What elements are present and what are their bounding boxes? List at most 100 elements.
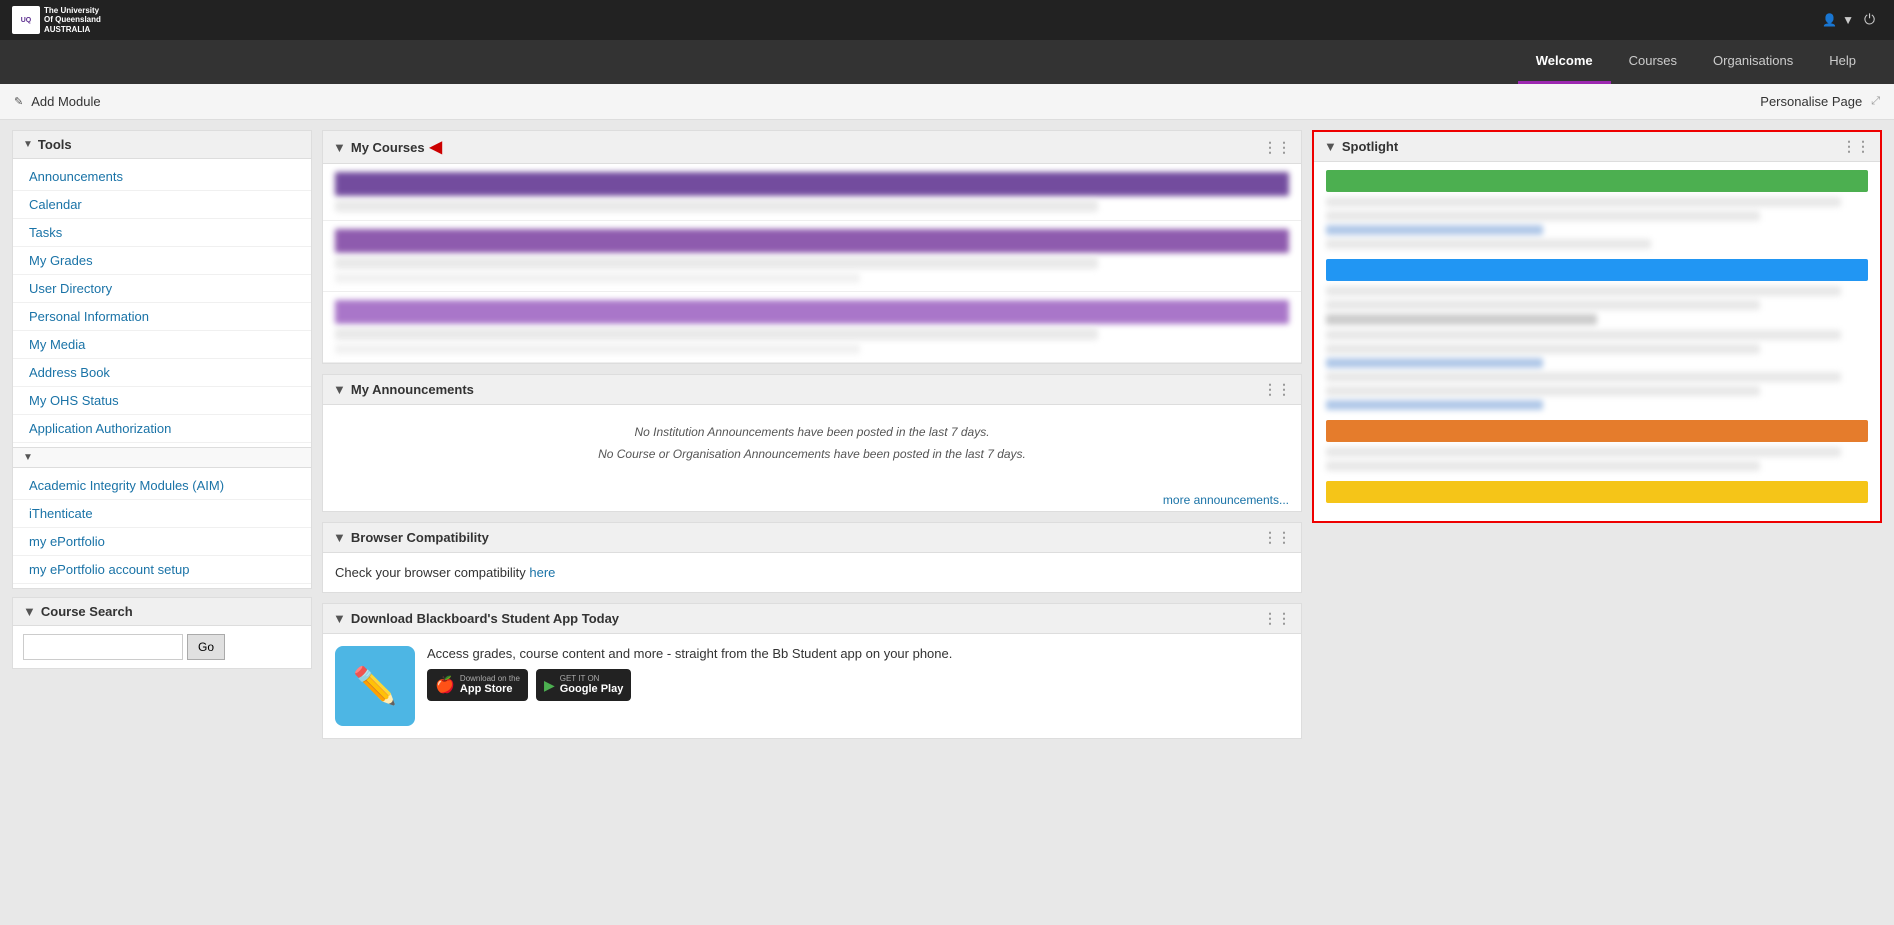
no-course-text: No Course or Organisation Announcements … — [335, 447, 1289, 461]
browser-drag-handle[interactable]: ⋮⋮ — [1263, 529, 1291, 546]
spotlight-text-1 — [1326, 197, 1868, 249]
course-row[interactable] — [323, 164, 1301, 221]
app-store-large-text: App Store — [460, 683, 520, 696]
course-search-go-button[interactable]: Go — [187, 634, 225, 660]
apple-icon: 🍎 — [435, 675, 455, 695]
tools-nav: Announcements Calendar Tasks My Grades U… — [13, 159, 311, 447]
sidebar-item-eportfolio[interactable]: my ePortfolio — [13, 528, 311, 556]
browser-text: Check your browser compatibility — [335, 565, 529, 580]
my-courses-arrow-icon: ◀ — [430, 137, 442, 157]
sidebar-item-my-media[interactable]: My Media — [13, 331, 311, 359]
power-button[interactable]: ⏻ — [1864, 11, 1882, 29]
nav-organisations[interactable]: Organisations — [1695, 40, 1811, 84]
username-text: ▼ — [1842, 13, 1854, 27]
spotlight-bar-blue — [1326, 259, 1868, 281]
spotlight-body — [1314, 162, 1880, 521]
spotlight-line — [1326, 386, 1760, 396]
personalise-page-link[interactable]: Personalise Page — [1760, 94, 1862, 109]
browser-title: Browser Compatibility — [351, 530, 489, 545]
sidebar-item-address-book[interactable]: Address Book — [13, 359, 311, 387]
course-search-chevron-icon: ▼ — [23, 604, 36, 619]
spotlight-link[interactable] — [1326, 225, 1543, 235]
spotlight-line — [1326, 197, 1841, 207]
spotlight-entry-1 — [1326, 170, 1868, 249]
app-text-area: Access grades, course content and more -… — [427, 646, 1289, 701]
my-courses-title: My Courses — [351, 140, 425, 155]
course-search-panel: ▼ Course Search Go — [12, 597, 312, 669]
announcements-body: No Institution Announcements have been p… — [323, 405, 1301, 489]
center-column: ▼ My Courses ◀ ⋮⋮ — [322, 130, 1302, 915]
nav-items: Welcome Courses Organisations Help — [1518, 40, 1874, 84]
logo-area: UQ The UniversityOf QueenslandAUSTRALIA — [12, 6, 101, 35]
sidebar-item-my-grades[interactable]: My Grades — [13, 247, 311, 275]
sidebar-item-personal-information[interactable]: Personal Information — [13, 303, 311, 331]
download-app-panel: ▼ Download Blackboard's Student App Toda… — [322, 603, 1302, 739]
my-courses-body — [323, 164, 1301, 363]
sidebar-item-calendar[interactable]: Calendar — [13, 191, 311, 219]
course-desc-3 — [335, 328, 1098, 340]
toolbar-right: Personalise Page ⤢ — [1760, 94, 1880, 109]
spotlight-entry-3 — [1326, 420, 1868, 471]
sidebar-item-ithenticate[interactable]: iThenticate — [13, 500, 311, 528]
spotlight-bold-line — [1326, 314, 1597, 325]
course-sub-2 — [335, 273, 860, 283]
uq-crest: UQ — [12, 6, 40, 34]
main-content: ▼ Tools Announcements Calendar Tasks My … — [0, 120, 1894, 925]
spotlight-line — [1326, 372, 1841, 382]
resize-icon: ⤢ — [1871, 95, 1880, 108]
no-institution-text: No Institution Announcements have been p… — [335, 425, 1289, 439]
edit-icon: ✎ — [14, 95, 23, 108]
course-row[interactable] — [323, 221, 1301, 292]
download-drag-handle[interactable]: ⋮⋮ — [1263, 610, 1291, 627]
google-play-small-text: GET IT ON — [560, 674, 624, 684]
sidebar-item-aim[interactable]: Academic Integrity Modules (AIM) — [13, 472, 311, 500]
tools-panel: ▼ Tools Announcements Calendar Tasks My … — [12, 130, 312, 589]
sidebar-item-tasks[interactable]: Tasks — [13, 219, 311, 247]
browser-body: Check your browser compatibility here — [323, 553, 1301, 592]
sidebar-item-user-directory[interactable]: User Directory — [13, 275, 311, 303]
sidebar-item-eportfolio-setup[interactable]: my ePortfolio account setup — [13, 556, 311, 584]
toolbar: ✎ Add Module Personalise Page ⤢ — [0, 84, 1894, 120]
spotlight-link[interactable] — [1326, 400, 1543, 410]
more-announcements-link[interactable]: more announcements... — [323, 489, 1301, 511]
app-store-badge[interactable]: 🍎 Download on the App Store — [427, 669, 528, 701]
course-title-bar-2 — [335, 229, 1289, 253]
course-search-title: Course Search — [41, 604, 133, 619]
spotlight-entry-2 — [1326, 259, 1868, 410]
course-desc-1 — [335, 200, 1098, 212]
nav-bar: Welcome Courses Organisations Help — [0, 40, 1894, 84]
spotlight-text-2 — [1326, 286, 1868, 410]
google-play-badge[interactable]: ▶ GET IT ON Google Play — [536, 669, 631, 701]
app-store-small-text: Download on the — [460, 674, 520, 684]
add-module-link[interactable]: Add Module — [31, 94, 100, 109]
browser-here-link[interactable]: here — [529, 565, 555, 580]
course-sub-3 — [335, 344, 860, 354]
announcements-drag-handle[interactable]: ⋮⋮ — [1263, 381, 1291, 398]
extra-section-divider: ▼ — [13, 447, 311, 468]
spotlight-line — [1326, 286, 1841, 296]
nav-courses[interactable]: Courses — [1611, 40, 1695, 84]
top-header: UQ The UniversityOf QueenslandAUSTRALIA … — [0, 0, 1894, 40]
user-menu[interactable]: 👤 ▼ — [1822, 13, 1854, 27]
my-courses-drag-handle[interactable]: ⋮⋮ — [1263, 139, 1291, 156]
google-play-text: GET IT ON Google Play — [560, 674, 624, 697]
nav-help[interactable]: Help — [1811, 40, 1874, 84]
nav-welcome[interactable]: Welcome — [1518, 40, 1611, 84]
my-courses-header-left: ▼ My Courses ◀ — [333, 137, 442, 157]
spotlight-entry-4 — [1326, 481, 1868, 503]
sidebar-item-my-ohs-status[interactable]: My OHS Status — [13, 387, 311, 415]
university-name: The UniversityOf QueenslandAUSTRALIA — [44, 6, 101, 35]
course-row[interactable] — [323, 292, 1301, 363]
course-search-input[interactable] — [23, 634, 183, 660]
sidebar-item-announcements[interactable]: Announcements — [13, 163, 311, 191]
spotlight-line — [1326, 330, 1841, 340]
download-chevron-icon: ▼ — [333, 611, 346, 626]
spotlight-drag-handle[interactable]: ⋮⋮ — [1842, 138, 1870, 155]
spotlight-link[interactable] — [1326, 358, 1543, 368]
browser-compatibility-panel: ▼ Browser Compatibility ⋮⋮ Check your br… — [322, 522, 1302, 593]
tools-chevron-icon: ▼ — [23, 139, 33, 150]
my-courses-panel: ▼ My Courses ◀ ⋮⋮ — [322, 130, 1302, 364]
course-search-body: Go — [13, 626, 311, 668]
sidebar-item-application-authorization[interactable]: Application Authorization — [13, 415, 311, 443]
course-title-bar-1 — [335, 172, 1289, 196]
